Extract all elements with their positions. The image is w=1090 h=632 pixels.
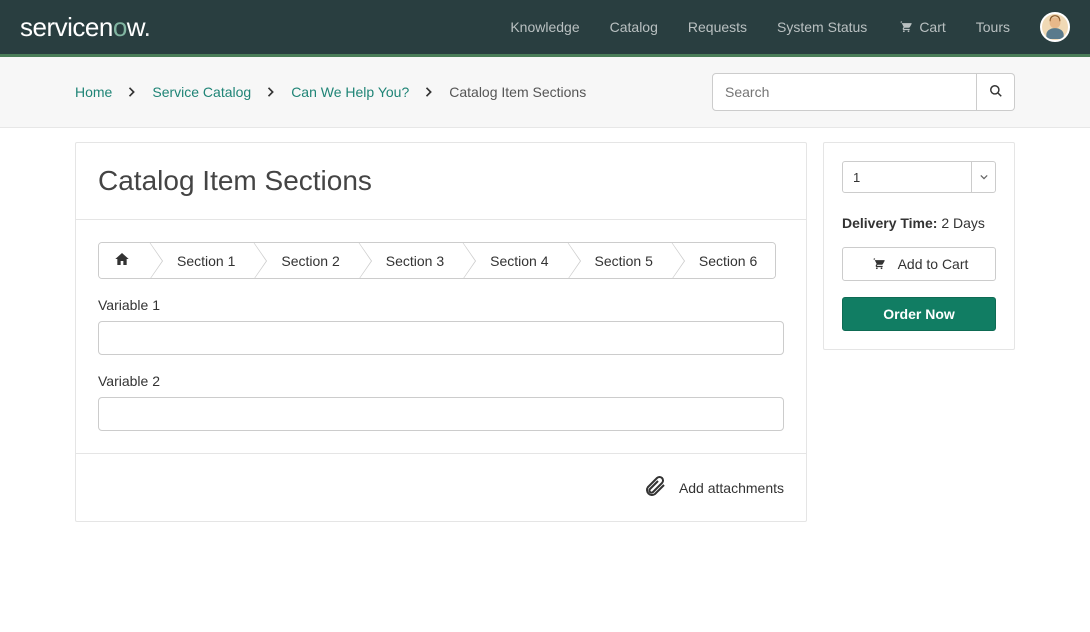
order-now-label: Order Now [883,306,955,322]
chevron-right-icon [128,84,136,100]
breadcrumb-service-catalog[interactable]: Service Catalog [152,84,251,100]
delivery-value: 2 Days [941,215,985,231]
add-to-cart-button[interactable]: Add to Cart [842,247,996,281]
quantity-value: 1 [853,170,860,185]
home-icon [113,251,131,270]
variable-2-label: Variable 2 [98,373,784,389]
add-to-cart-label: Add to Cart [898,256,969,272]
brand-logo[interactable]: servicenow. [20,12,150,43]
paperclip-icon [643,474,667,501]
section-tabs: Section 1 Section 2 Section 3 Section 4 … [98,242,776,279]
breadcrumb-current: Catalog Item Sections [449,84,586,100]
nav-requests[interactable]: Requests [688,19,747,35]
search-input[interactable] [712,73,977,111]
chevron-right-icon [267,84,275,100]
nav-cart[interactable]: Cart [897,19,945,36]
tab-section-2[interactable]: Section 2 [253,243,357,278]
tab-section-3[interactable]: Section 3 [358,243,462,278]
variable-1-label: Variable 1 [98,297,784,313]
breadcrumb-home[interactable]: Home [75,84,112,100]
chevron-right-icon [425,84,433,100]
search-button[interactable] [977,73,1015,111]
order-sidebar: 1 Delivery Time: 2 Days Add to Cart Orde… [823,142,1015,350]
nav-catalog[interactable]: Catalog [610,19,658,35]
search-icon [989,84,1003,101]
breadcrumb: Home Service Catalog Can We Help You? Ca… [75,84,586,100]
variable-2-input[interactable] [98,397,784,431]
cart-icon [870,256,886,273]
variable-1-input[interactable] [98,321,784,355]
tab-section-1[interactable]: Section 1 [149,243,253,278]
tab-home[interactable] [99,243,149,278]
subheader: Home Service Catalog Can We Help You? Ca… [0,57,1090,128]
tab-section-4[interactable]: Section 4 [462,243,566,278]
breadcrumb-help[interactable]: Can We Help You? [291,84,409,100]
add-attachments-button[interactable]: Add attachments [643,474,784,501]
top-nav: Knowledge Catalog Requests System Status… [510,12,1070,42]
quantity-select[interactable]: 1 [842,161,996,193]
delivery-time: Delivery Time: 2 Days [842,215,996,231]
tab-section-6[interactable]: Section 6 [671,243,775,278]
page-title: Catalog Item Sections [98,165,784,197]
top-header: servicenow. Knowledge Catalog Requests S… [0,0,1090,57]
search [712,73,1015,111]
cart-icon [897,19,913,36]
catalog-item-card: Catalog Item Sections Section 1 Section … [75,142,807,522]
add-attachments-label: Add attachments [679,480,784,496]
tab-section-5[interactable]: Section 5 [567,243,671,278]
nav-knowledge[interactable]: Knowledge [510,19,579,35]
caret-down-icon [971,162,995,192]
nav-system-status[interactable]: System Status [777,19,867,35]
nav-tours[interactable]: Tours [976,19,1010,35]
delivery-label: Delivery Time: [842,215,937,231]
user-avatar[interactable] [1040,12,1070,42]
order-now-button[interactable]: Order Now [842,297,996,331]
